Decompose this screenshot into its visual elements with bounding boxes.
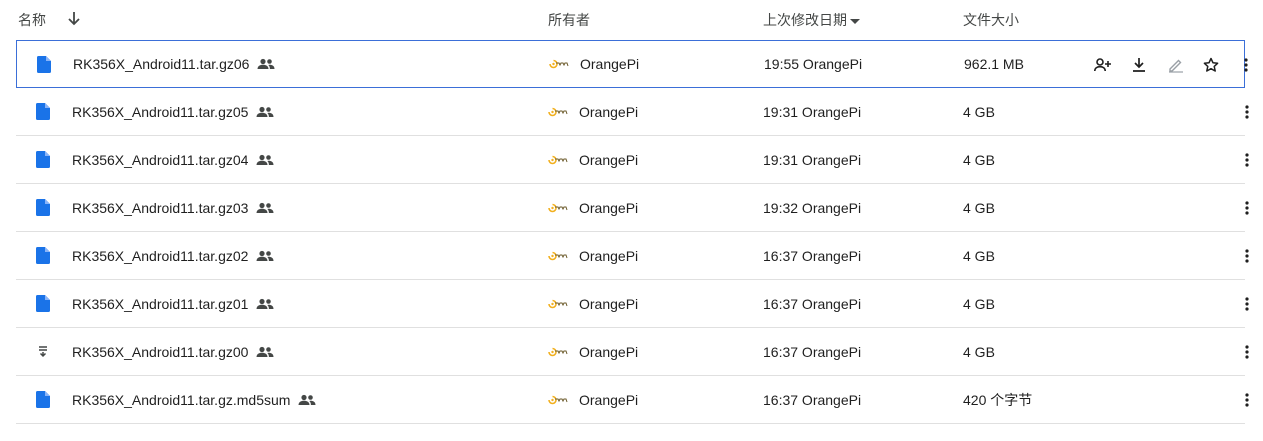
modified-time: 16:37 OrangePi <box>763 343 862 360</box>
more-vertical-icon[interactable] <box>1235 388 1259 412</box>
owner-name: OrangePi <box>579 103 639 120</box>
owner-avatar <box>547 106 569 118</box>
file-size: 4 GB <box>963 247 995 264</box>
file-row[interactable]: RK356X_Android11.tar.gz02 OrangePi 16:37… <box>16 232 1249 280</box>
modified-time: 16:37 OrangePi <box>763 247 862 264</box>
file-row[interactable]: RK356X_Android11.tar.gz04 OrangePi 19:31… <box>16 136 1249 184</box>
modified-time: 19:31 OrangePi <box>763 151 862 168</box>
file-name: RK356X_Android11.tar.gz04 <box>72 151 249 168</box>
file-size: 4 GB <box>963 103 995 120</box>
more-vertical-icon[interactable] <box>1234 53 1258 77</box>
doc-icon <box>36 184 52 231</box>
shared-people-icon <box>256 106 274 118</box>
file-size: 4 GB <box>963 151 995 168</box>
file-name: RK356X_Android11.tar.gz01 <box>72 295 249 312</box>
doc-icon <box>36 376 52 423</box>
file-size: 962.1 MB <box>964 56 1024 72</box>
owner-avatar <box>547 250 569 262</box>
star-icon[interactable] <box>1199 53 1223 77</box>
file-name: RK356X_Android11.tar.gz06 <box>73 56 250 72</box>
shared-people-icon <box>298 394 316 406</box>
file-row[interactable]: RK356X_Android11.tar.gz06 OrangePi 19:55… <box>16 40 1248 88</box>
column-header-modified[interactable]: 上次修改日期 <box>763 12 861 29</box>
shared-people-icon <box>256 154 274 166</box>
modified-time: 19:32 OrangePi <box>763 199 862 216</box>
owner-avatar <box>548 58 570 70</box>
file-name: RK356X_Android11.tar.gz02 <box>72 247 249 264</box>
more-vertical-icon[interactable] <box>1235 196 1259 220</box>
file-size: 4 GB <box>963 343 995 360</box>
owner-name: OrangePi <box>579 151 639 168</box>
column-header-modified-label: 上次修改日期 <box>763 12 847 28</box>
doc-icon <box>36 280 52 327</box>
doc-icon <box>36 232 52 279</box>
shared-people-icon <box>256 250 274 262</box>
owner-avatar <box>547 346 569 358</box>
caret-down-icon <box>849 13 861 29</box>
owner-name: OrangePi <box>579 199 639 216</box>
file-row[interactable]: RK356X_Android11.tar.gz00 OrangePi 16:37… <box>16 328 1249 376</box>
file-row[interactable]: RK356X_Android11.tar.gz01 OrangePi 16:37… <box>16 280 1249 328</box>
owner-avatar <box>547 394 569 406</box>
doc-icon <box>37 41 53 87</box>
owner-name: OrangePi <box>579 391 639 408</box>
file-row[interactable]: RK356X_Android11.tar.gz.md5sum OrangePi … <box>16 376 1249 424</box>
shared-people-icon <box>256 202 274 214</box>
shared-people-icon <box>257 58 275 70</box>
doc-icon <box>36 88 52 135</box>
sort-arrow-down-icon[interactable] <box>66 10 82 31</box>
rename-pencil-icon[interactable] <box>1164 53 1188 77</box>
file-list-header: 名称 所有者 上次修改日期 文件大小 <box>0 0 1263 40</box>
share-add-person-icon[interactable] <box>1091 53 1115 77</box>
download-icon[interactable] <box>1127 53 1151 77</box>
owner-name: OrangePi <box>579 343 639 360</box>
file-name: RK356X_Android11.tar.gz03 <box>72 199 249 216</box>
more-vertical-icon[interactable] <box>1235 148 1259 172</box>
owner-name: OrangePi <box>579 247 639 264</box>
owner-avatar <box>547 202 569 214</box>
owner-name: OrangePi <box>579 295 639 312</box>
file-size: 4 GB <box>963 199 995 216</box>
file-name: RK356X_Android11.tar.gz.md5sum <box>72 391 291 408</box>
file-row[interactable]: RK356X_Android11.tar.gz05 OrangePi 19:31… <box>16 88 1249 136</box>
file-name: RK356X_Android11.tar.gz00 <box>72 343 249 360</box>
shared-people-icon <box>256 346 274 358</box>
more-vertical-icon[interactable] <box>1235 100 1259 124</box>
shared-people-icon <box>256 298 274 310</box>
file-size: 4 GB <box>963 295 995 312</box>
doc-icon <box>36 136 52 183</box>
file-name: RK356X_Android11.tar.gz05 <box>72 103 249 120</box>
owner-avatar <box>547 298 569 310</box>
column-header-owner[interactable]: 所有者 <box>548 12 590 28</box>
file-row[interactable]: RK356X_Android11.tar.gz03 OrangePi 19:32… <box>16 184 1249 232</box>
modified-time: 16:37 OrangePi <box>763 295 862 312</box>
more-vertical-icon[interactable] <box>1235 244 1259 268</box>
more-vertical-icon[interactable] <box>1235 292 1259 316</box>
archive-icon <box>36 328 52 375</box>
owner-name: OrangePi <box>580 56 640 72</box>
modified-time: 19:31 OrangePi <box>763 103 862 120</box>
modified-time: 16:37 OrangePi <box>763 391 862 408</box>
file-size: 420 个字节 <box>963 391 1033 408</box>
column-header-size[interactable]: 文件大小 <box>963 12 1019 28</box>
more-vertical-icon[interactable] <box>1235 340 1259 364</box>
column-header-name[interactable]: 名称 <box>18 12 46 28</box>
modified-time: 19:55 OrangePi <box>764 56 863 72</box>
owner-avatar <box>547 154 569 166</box>
